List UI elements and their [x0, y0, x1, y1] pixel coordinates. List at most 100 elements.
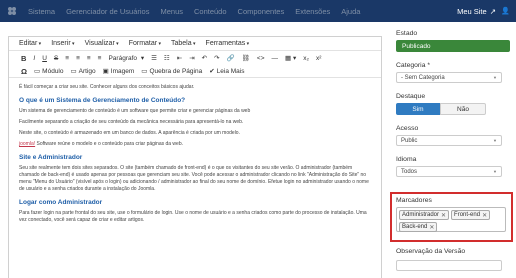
menu-ferramentas[interactable]: Ferramentas [206, 40, 250, 47]
editor-content[interactable]: É fácil começar a criar seu site. Conhec… [9, 78, 381, 234]
user-menu-icon[interactable]: 👤 [501, 0, 510, 22]
estado-label: Estado [396, 30, 418, 37]
link-icon[interactable]: 🔗 [227, 54, 235, 62]
readmore-button[interactable]: ✔ Leia Mais [209, 67, 244, 76]
omega-icon[interactable]: Ω [21, 67, 27, 76]
module-button[interactable]: ▭ Módulo [34, 67, 64, 76]
module-icon: ▭ [34, 68, 41, 75]
menu-ajuda[interactable]: Ajuda [341, 7, 360, 16]
article-label: Artigo [78, 67, 96, 75]
bullet-list-icon[interactable]: ☰ [151, 54, 157, 62]
tags-input[interactable]: Administrador ✕ Front-end ✕ Back-end ✕ [396, 207, 506, 232]
admin-topbar: Sistema Gerenciador de Usuários Menus Co… [0, 0, 516, 22]
article-icon: ▭ [70, 68, 77, 75]
menu-visualizar[interactable]: Visualizar [85, 40, 119, 47]
bold-icon[interactable]: B [21, 54, 26, 63]
unlink-icon[interactable]: ⛓ [242, 54, 250, 62]
close-icon[interactable]: ✕ [441, 212, 446, 219]
superscript-icon[interactable]: x² [316, 55, 321, 62]
menu-tabela[interactable]: Tabela [171, 40, 196, 47]
redo-icon[interactable]: ↷ [214, 54, 219, 62]
categoria-label: Categoria * [396, 62, 431, 69]
tag-label: Administrador [402, 212, 440, 218]
close-icon[interactable]: ✕ [429, 224, 434, 231]
align-left-icon[interactable]: ≡ [65, 55, 69, 62]
site-label: Meu Site [457, 6, 487, 16]
outdent-icon[interactable]: ⇤ [177, 54, 182, 62]
destaque-nao-button[interactable]: Não [440, 103, 486, 115]
menu-usuarios[interactable]: Gerenciador de Usuários [66, 7, 149, 16]
pagebreak-icon: ▭ [141, 68, 148, 75]
menu-inserir[interactable]: Inserir [51, 40, 74, 47]
paragraph-label: Parágrafo [108, 54, 138, 62]
estado-select[interactable]: Publicado [396, 40, 510, 52]
image-button[interactable]: ▣ Imagem [102, 67, 135, 76]
numbered-list-icon[interactable]: ☷ [164, 54, 170, 62]
menu-componentes[interactable]: Componentes [238, 7, 285, 16]
code-icon[interactable]: <> [257, 55, 265, 62]
pagebreak-button[interactable]: ▭ Quebra de Página [141, 67, 202, 76]
paragraph-1: Um sistema de gerenciamento de conteúdo … [19, 108, 251, 114]
image-icon: ▣ [102, 68, 109, 75]
tag-label: Back-end [402, 224, 428, 230]
categoria-value: - Sem Categoria [401, 74, 445, 81]
menu-conteudo[interactable]: Conteúdo [194, 7, 227, 16]
chevron-down-icon: ▼ [493, 138, 497, 143]
tag-chip: Front-end ✕ [451, 210, 491, 220]
chevron-down-icon: ▼ [493, 75, 497, 80]
intro-text: É fácil começar a criar seu site. Conhec… [19, 84, 195, 90]
undo-icon[interactable]: ↶ [202, 54, 207, 62]
joomla-link[interactable]: joomla! [19, 141, 35, 147]
heading-cms: O que é um Sistema de Gerenciamento de C… [19, 97, 186, 104]
article-options-sidebar: Estado Publicado Categoria * - Sem Categ… [390, 30, 513, 271]
menu-formatar[interactable]: Formatar [129, 40, 161, 47]
acesso-label: Acesso [396, 125, 419, 132]
align-right-icon[interactable]: ≡ [87, 55, 91, 62]
close-icon[interactable]: ✕ [482, 212, 487, 219]
heading-login-admin: Logar como Administrador [19, 199, 103, 206]
site-link[interactable]: Meu Site ↗ [457, 0, 496, 22]
strikethrough-icon[interactable]: S [54, 55, 58, 62]
admin-menu: Sistema Gerenciador de Usuários Menus Co… [28, 7, 360, 16]
categoria-select[interactable]: - Sem Categoria ▼ [396, 72, 502, 83]
paragraph-select[interactable]: Parágrafo ▾ [108, 54, 144, 63]
horizontal-rule-icon[interactable]: — [272, 55, 279, 62]
article-button[interactable]: ▭ Artigo [70, 67, 96, 76]
paragraph-2: Facilmente separando a criação de seu co… [19, 119, 244, 125]
align-center-icon[interactable]: ≡ [76, 55, 80, 62]
readmore-icon: ✔ [209, 68, 215, 75]
paragraph-5: Seu site realmente tem dois sites separa… [19, 165, 369, 192]
align-justify-icon[interactable]: ≡ [98, 55, 102, 62]
idioma-label: Idioma [396, 156, 417, 163]
joomla-logo-icon[interactable] [4, 0, 20, 22]
menu-menus[interactable]: Menus [160, 7, 183, 16]
image-label: Imagem [110, 67, 135, 75]
underline-icon[interactable]: U [42, 55, 47, 62]
observacao-input[interactable] [396, 260, 502, 271]
observacao-label: Observação da Versão [396, 248, 466, 255]
idioma-select[interactable]: Todos ▼ [396, 166, 502, 177]
menu-extensoes[interactable]: Extensões [295, 7, 330, 16]
idioma-value: Todos [401, 168, 418, 175]
italic-icon[interactable]: I [33, 55, 35, 62]
editor-toolbar-insert: Ω ▭ Módulo ▭ Artigo ▣ Imagem ▭ Quebra de Pág… [9, 65, 381, 78]
menu-sistema[interactable]: Sistema [28, 7, 55, 16]
article-editor: Editar Inserir Visualizar Formatar Tabel… [8, 36, 382, 278]
external-link-icon: ↗ [489, 6, 496, 16]
destaque-toggle: Sim Não [396, 103, 486, 115]
acesso-select[interactable]: Public ▼ [396, 135, 502, 146]
indent-icon[interactable]: ⇥ [189, 54, 194, 62]
destaque-sim-button[interactable]: Sim [396, 103, 440, 115]
tag-chip: Back-end ✕ [399, 222, 438, 232]
menu-editar[interactable]: Editar [19, 40, 41, 47]
paragraph-4-rest: Software reúne o modelo e o conteúdo par… [35, 141, 184, 147]
subscript-icon[interactable]: x₂ [303, 55, 309, 62]
editor-menubar: Editar Inserir Visualizar Formatar Tabel… [9, 37, 381, 51]
paragraph-6: Para fazer login na parte frontal do seu… [19, 210, 367, 223]
tag-label: Front-end [454, 212, 481, 218]
paragraph-3: Neste site, o conteúdo é armazenado em u… [19, 130, 240, 136]
module-label: Módulo [42, 67, 64, 75]
marcadores-label: Marcadores [396, 197, 432, 204]
heading-site-admin: Site e Administrador [19, 154, 83, 161]
table-icon[interactable]: ▦ ▾ [285, 54, 296, 62]
